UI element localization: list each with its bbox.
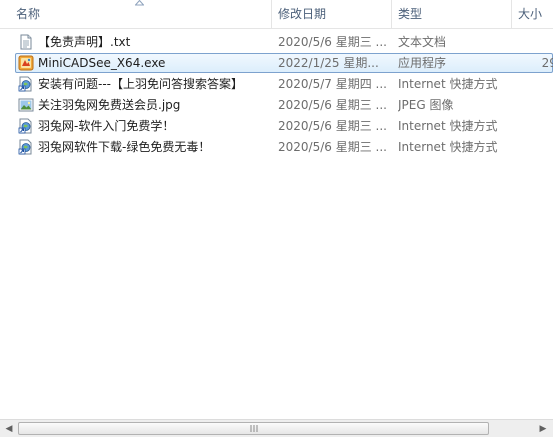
file-size [516, 138, 553, 156]
horizontal-scrollbar[interactable]: ◀ ▶ [0, 419, 553, 437]
file-type: Internet 快捷方式 [398, 140, 498, 154]
text-file-icon [20, 34, 32, 50]
file-modified-date: 2020/5/6 星期三 ... [278, 98, 387, 112]
file-row[interactable]: 【免责声明】.txt 2020/5/6 星期三 ... 文本文档 [15, 32, 553, 52]
internet-shortcut-icon [18, 76, 32, 92]
scrollbar-thumb[interactable] [18, 422, 489, 435]
file-type: 应用程序 [398, 56, 447, 70]
file-row[interactable]: 羽兔网软件下载-绿色免费无毒！ 2020/5/6 星期三 ... Interne… [15, 137, 553, 157]
file-row[interactable]: 安装有问题---【上羽免问答搜索答案】 2020/5/7 星期四 ... Int… [15, 74, 553, 94]
file-size [516, 117, 553, 135]
file-name: 羽兔网软件下载-绿色免费无毒！ [38, 140, 211, 154]
column-header-size[interactable]: 大小 [518, 0, 553, 28]
column-divider[interactable] [391, 0, 392, 28]
scroll-left-arrow-icon[interactable]: ◀ [1, 421, 17, 437]
file-row[interactable]: 羽兔网-软件入门免费学！ 2020/5/6 星期三 ... Internet 快… [15, 116, 553, 136]
file-size: 3 [516, 96, 553, 114]
internet-shortcut-icon [18, 139, 32, 155]
file-name: 羽兔网-软件入门免费学！ [38, 119, 175, 133]
file-modified-date: 2020/5/7 星期四 ... [278, 77, 387, 91]
file-list-view: 名称 修改日期 类型 大小 【免责声明】.txt 2020/5/6 星期三 ..… [0, 0, 553, 437]
file-modified-date: 2020/5/6 星期三 ... [278, 35, 387, 49]
file-modified-date: 2022/1/25 星期... [278, 56, 379, 70]
file-row[interactable]: 关注羽兔网免费送会员.jpg 2020/5/6 星期三 ... JPEG 图像 … [15, 95, 553, 115]
file-type: Internet 快捷方式 [398, 119, 498, 133]
column-header-bar: 名称 修改日期 类型 大小 [0, 0, 553, 29]
column-divider[interactable] [271, 0, 272, 28]
internet-shortcut-icon [18, 118, 32, 134]
column-divider[interactable] [511, 0, 512, 28]
column-header-date[interactable]: 修改日期 [278, 0, 388, 28]
file-size [516, 33, 553, 51]
exe-app-icon [18, 55, 34, 71]
grip-icon [250, 425, 258, 432]
file-type: JPEG 图像 [398, 98, 454, 112]
file-type: Internet 快捷方式 [398, 77, 498, 91]
column-header-type[interactable]: 类型 [398, 0, 508, 28]
file-name: 【免责声明】.txt [38, 35, 131, 49]
jpeg-image-icon [18, 98, 34, 112]
file-size [516, 75, 553, 93]
scroll-right-arrow-icon[interactable]: ▶ [535, 421, 551, 437]
file-name: 安装有问题---【上羽免问答搜索答案】 [38, 77, 243, 91]
file-size: 29,83 [541, 56, 553, 70]
file-name: MiniCADSee_X64.exe [38, 56, 166, 70]
file-row-selected[interactable]: MiniCADSee_X64.exe 2022/1/25 星期... 应用程序 … [15, 53, 553, 73]
column-header-name[interactable]: 名称 [16, 0, 266, 28]
file-modified-date: 2020/5/6 星期三 ... [278, 119, 387, 133]
file-modified-date: 2020/5/6 星期三 ... [278, 140, 387, 154]
file-name: 关注羽兔网免费送会员.jpg [38, 98, 181, 112]
file-type: 文本文档 [398, 35, 447, 49]
